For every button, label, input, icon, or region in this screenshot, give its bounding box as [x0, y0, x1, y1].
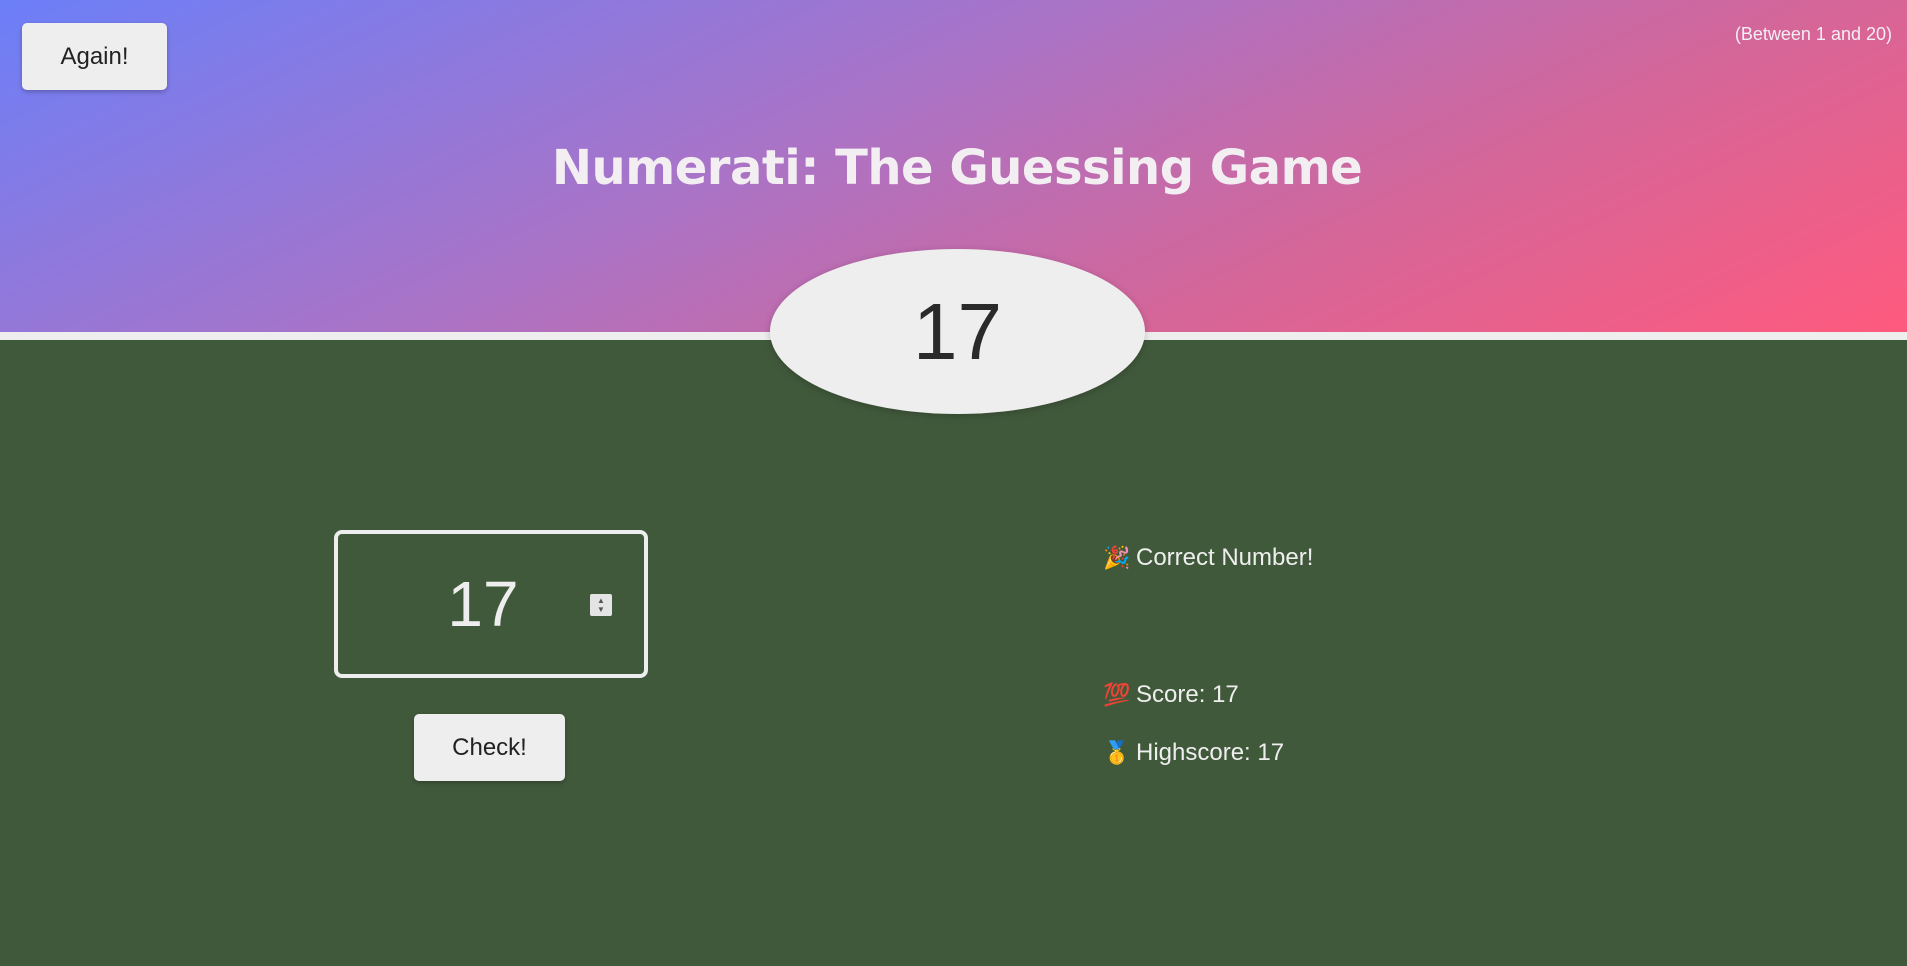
status-message-text: Correct Number!: [1136, 544, 1314, 571]
guess-input-value[interactable]: 17: [338, 534, 628, 674]
guess-input[interactable]: 17 ▲ ▼: [334, 530, 648, 678]
main-area: [0, 340, 1907, 966]
status-message: 🎉 Correct Number!: [1103, 544, 1313, 572]
score-display: 💯 Score: 17: [1103, 681, 1239, 709]
spinner-down-icon[interactable]: ▼: [597, 605, 605, 614]
party-popper-icon: 🎉: [1103, 545, 1131, 570]
number-spinner[interactable]: ▲ ▼: [590, 594, 612, 616]
highscore-display: 🥇 Highscore: 17: [1103, 739, 1284, 767]
again-button[interactable]: Again!: [22, 23, 167, 90]
page-title: Numerati: The Guessing Game: [551, 140, 1363, 196]
highscore-text: Highscore: 17: [1136, 739, 1285, 766]
medal-icon: 🥇: [1103, 740, 1131, 765]
score-text: Score: 17: [1136, 681, 1239, 708]
check-button[interactable]: Check!: [414, 714, 565, 781]
range-hint: (Between 1 and 20): [1734, 24, 1892, 44]
hundred-points-icon: 💯: [1103, 682, 1131, 707]
secret-number-display: 17: [770, 249, 1145, 414]
spinner-up-icon[interactable]: ▲: [597, 596, 605, 605]
